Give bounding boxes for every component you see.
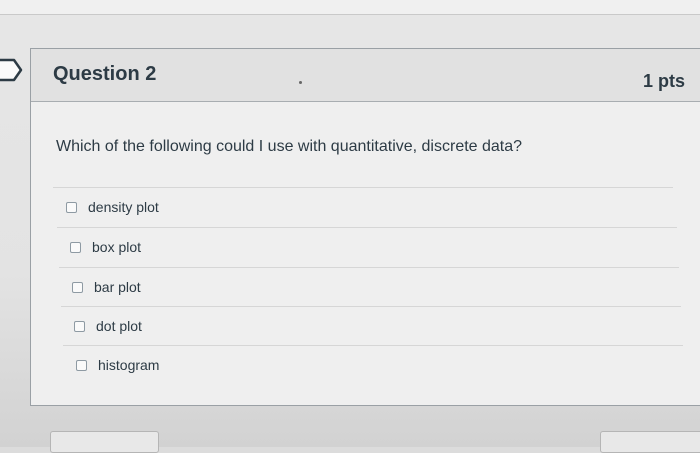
previous-button[interactable] xyxy=(50,431,159,453)
answer-divider xyxy=(63,345,683,346)
next-button[interactable] xyxy=(600,431,700,453)
answer-label: density plot xyxy=(88,199,159,215)
question-card: Question 2 1 pts Which of the following … xyxy=(30,48,700,406)
answer-option[interactable]: box plot xyxy=(57,227,677,267)
checkbox-icon[interactable] xyxy=(76,359,87,371)
answer-option[interactable]: dot plot xyxy=(61,306,681,346)
answer-option[interactable]: density plot xyxy=(53,187,673,227)
answer-divider xyxy=(53,187,673,188)
answer-label: box plot xyxy=(92,239,142,255)
cursor-dot xyxy=(299,81,302,84)
top-bar xyxy=(0,0,700,15)
question-text: Which of the following could I use with … xyxy=(56,138,523,155)
question-points: 1 pts xyxy=(642,71,685,91)
checkbox-icon[interactable] xyxy=(72,281,83,293)
question-header: Question 2 1 pts xyxy=(31,49,700,102)
answer-option[interactable]: histogram xyxy=(63,345,683,385)
answer-divider xyxy=(59,267,679,268)
answer-divider xyxy=(57,227,677,228)
answer-divider xyxy=(61,306,681,307)
bookmark-icon[interactable] xyxy=(0,56,24,84)
answer-label: bar plot xyxy=(94,279,141,295)
answer-label: histogram xyxy=(98,357,160,373)
checkbox-icon[interactable] xyxy=(70,241,81,253)
answer-label: dot plot xyxy=(96,318,142,334)
answer-option[interactable]: bar plot xyxy=(59,267,679,307)
checkbox-icon[interactable] xyxy=(66,201,77,213)
question-title: Question 2 xyxy=(53,63,157,85)
checkbox-icon[interactable] xyxy=(74,320,85,332)
